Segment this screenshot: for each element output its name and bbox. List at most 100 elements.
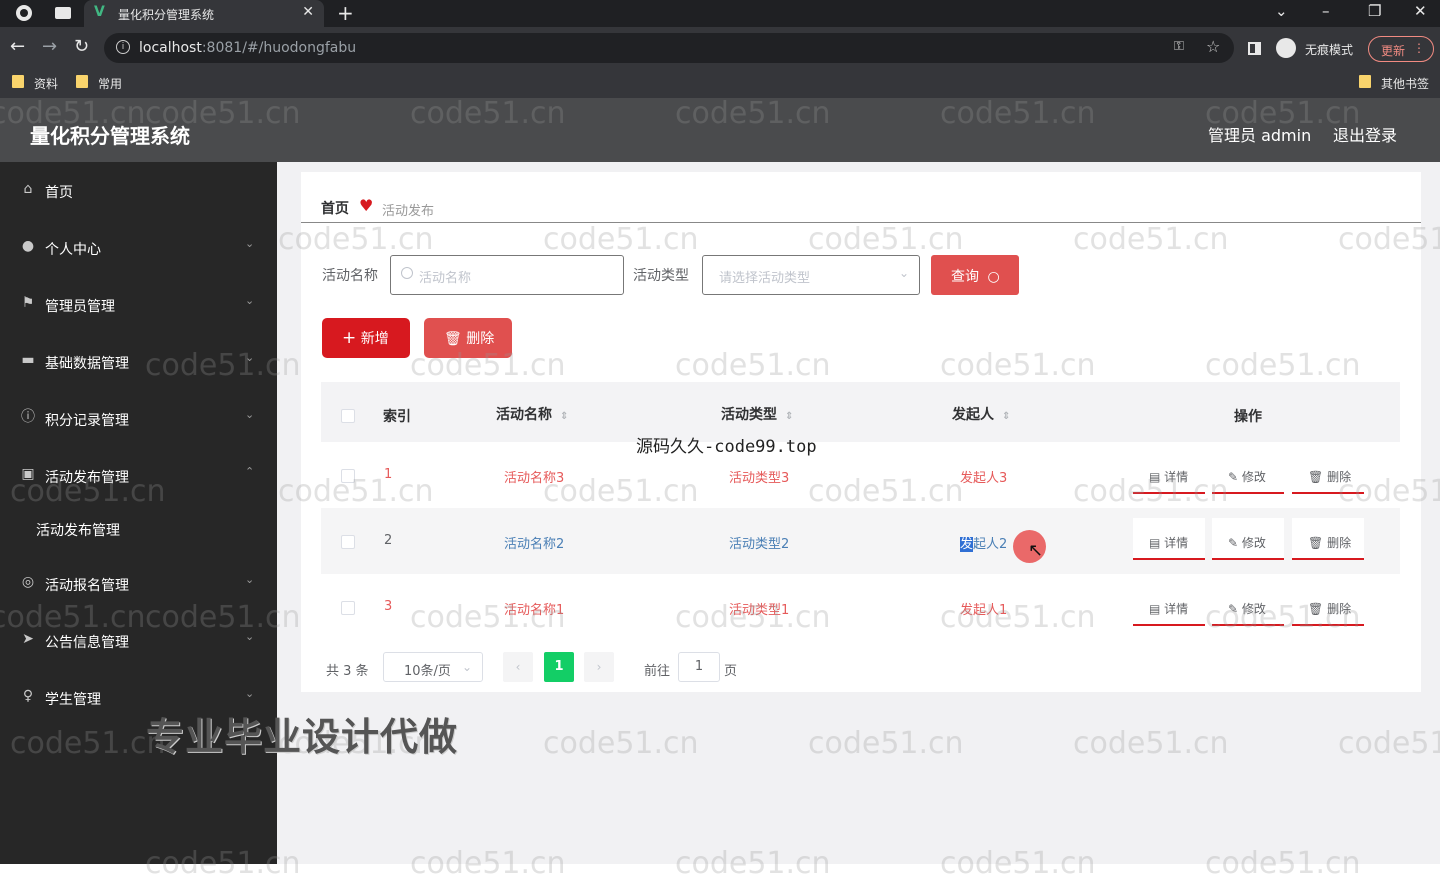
watermark-text: code51.cn [145, 600, 301, 635]
minimize-icon[interactable]: – [1322, 2, 1330, 20]
watermark-text: code51.cn [0, 96, 146, 131]
url-host: localhost [139, 40, 202, 56]
prev-page-button[interactable]: ‹ [503, 652, 533, 682]
watermark-text: code51.cn [543, 474, 699, 509]
goto-page-input[interactable]: 1 [678, 652, 720, 682]
chat-icon: ▬ [21, 352, 35, 368]
browser-tab[interactable]: V 量化积分管理系统 ✕ [84, 0, 324, 27]
watermark-text: code51.cn [808, 222, 964, 257]
activity-type-select[interactable]: 请选择活动类型 ⌄ [702, 255, 920, 295]
cursor-icon: ↖ [1028, 540, 1044, 561]
table-header: 索引 活动名称 ⇕ 活动类型 ⇕ 发起人 ⇕ 操作 [321, 382, 1400, 442]
sidebar-item-profile[interactable]: ● 个人中心 ⌄ [0, 227, 277, 267]
table-row: 2 活动名称2 活动类型2 发起人2 ▤ 详情 ✎ 修改 🗑 删除 [321, 508, 1400, 574]
tab-list-icon[interactable]: ⌄ [1275, 2, 1288, 20]
submenu-item-activity-publish[interactable]: 活动发布管理 [0, 508, 277, 548]
query-button[interactable]: 查询 ○ [931, 255, 1019, 295]
sort-icon[interactable]: ⇕ [1002, 411, 1010, 422]
activity-name-input[interactable]: 活动名称 [390, 255, 624, 295]
window-close-icon[interactable]: ✕ [1414, 2, 1427, 20]
watermark-text: code51.cn [1073, 474, 1229, 509]
trash-icon: 🗑 [1308, 470, 1328, 484]
delete-button[interactable]: 🗑 删除 [1292, 518, 1364, 560]
tab-close-icon[interactable]: ✕ [302, 4, 314, 20]
back-icon[interactable]: ← [10, 36, 25, 57]
key-icon[interactable]: ⚿ [1174, 39, 1184, 54]
star-icon[interactable]: ☆ [1206, 37, 1220, 56]
watermark-text: code51.cn [0, 600, 146, 635]
submenu-item-label: 活动发布管理 [36, 523, 120, 539]
column-initiator[interactable]: 发起人 ⇕ [952, 404, 1010, 424]
incognito-icon [1276, 38, 1296, 58]
next-page-button[interactable]: › [584, 652, 614, 682]
cell-initiator: 发起人2 [960, 533, 1007, 552]
sort-icon[interactable]: ⇕ [560, 411, 568, 422]
column-name[interactable]: 活动名称 ⇕ [496, 404, 568, 424]
plus-icon: + [342, 328, 357, 348]
vue-favicon-icon: V [94, 4, 105, 20]
sidebar-item-label: 基础数据管理 [45, 356, 129, 372]
browser-menu-icon[interactable] [16, 5, 32, 21]
heart-icon: ♥ [359, 196, 374, 215]
sidebar-item-admins[interactable]: ⚑ 管理员管理 ⌄ [0, 284, 277, 324]
edit-button[interactable]: ✎ 修改 [1212, 518, 1284, 560]
reload-icon[interactable]: ↻ [74, 36, 89, 57]
flag-icon: ⚑ [21, 295, 35, 311]
edit-icon: ✎ [1228, 470, 1242, 484]
browser-tabstrip: V 量化积分管理系统 ✕ + ⌄ – ❐ ✕ [0, 0, 1440, 27]
query-label: 查询 [951, 269, 979, 285]
watermark-text: code51.cn [410, 600, 566, 635]
url-input[interactable]: i localhost:8081/#/huodongfabu ⚿ ☆ [104, 33, 1234, 63]
row-checkbox[interactable] [341, 535, 355, 549]
search-icon: ○ [987, 269, 1000, 285]
column-name-label: 活动名称 [496, 407, 552, 423]
current-page-button[interactable]: 1 [544, 652, 574, 682]
page-size-value: 10条/页 [404, 664, 451, 679]
sidebar-item-home[interactable]: ⌂ 首页 [0, 170, 277, 210]
column-type[interactable]: 活动类型 ⇕ [721, 404, 793, 424]
watermark-text: code51.cn [675, 348, 831, 383]
chevron-down-icon: ⌄ [245, 408, 255, 421]
sidebar-item-label: 公告信息管理 [45, 635, 129, 651]
breadcrumb-home[interactable]: 首页 [321, 198, 349, 218]
update-button[interactable]: 更新 ⋮ [1368, 36, 1434, 62]
activity-name-label: 活动名称 [322, 268, 378, 284]
sort-icon[interactable]: ⇕ [785, 411, 793, 422]
sidebar-item-points[interactable]: ⓘ 积分记录管理 ⌄ [0, 398, 277, 438]
tab-search-icon[interactable] [55, 7, 71, 19]
detail-button[interactable]: ▤ 详情 [1133, 584, 1205, 626]
watermark-text: code51.cn [543, 222, 699, 257]
sidebar-item-label: 学生管理 [45, 692, 101, 708]
bookmark-folder[interactable]: 资料 [12, 75, 58, 92]
chevron-up-icon: ⌃ [245, 465, 255, 478]
detail-label: 详情 [1164, 602, 1189, 616]
restore-icon[interactable]: ❐ [1368, 2, 1381, 20]
cell-index: 2 [384, 533, 393, 548]
watermark-text: code51.cn [808, 726, 964, 761]
page-size-select[interactable]: 10条/页 ⌄ [383, 652, 483, 682]
watermark-text: code51.cn [940, 600, 1096, 635]
column-index: 索引 [383, 409, 411, 425]
chevron-down-icon: ⌄ [245, 294, 255, 307]
search-icon [401, 267, 413, 279]
detail-button[interactable]: ▤ 详情 [1133, 518, 1205, 560]
other-bookmarks[interactable]: 其他书签 [1359, 75, 1429, 92]
add-button[interactable]: + 新增 [322, 318, 410, 358]
row-checkbox[interactable] [341, 601, 355, 615]
edit-label: 修改 [1241, 470, 1266, 484]
activity-type-placeholder: 请选择活动类型 [719, 271, 811, 286]
update-label: 更新 [1381, 44, 1406, 58]
new-tab-icon[interactable]: + [337, 1, 354, 25]
sidebar-item-activity-signup[interactable]: ◎ 活动报名管理 ⌄ [0, 563, 277, 603]
watermark-text: code51.cn [808, 474, 964, 509]
promo-overlay-text: 专业毕业设计代做 [146, 715, 459, 759]
sidebar-item-label: 首页 [45, 185, 73, 201]
side-panel-icon[interactable] [1248, 42, 1261, 55]
forward-icon[interactable]: → [42, 36, 57, 57]
site-info-icon[interactable]: i [116, 40, 130, 54]
cell-type: 活动类型3 [729, 471, 790, 486]
trash-icon: 🗑 [1308, 536, 1328, 550]
bookmark-folder[interactable]: 常用 [76, 75, 122, 92]
watermark-text: code51.cn [1205, 348, 1361, 383]
select-all-checkbox[interactable] [341, 409, 355, 423]
